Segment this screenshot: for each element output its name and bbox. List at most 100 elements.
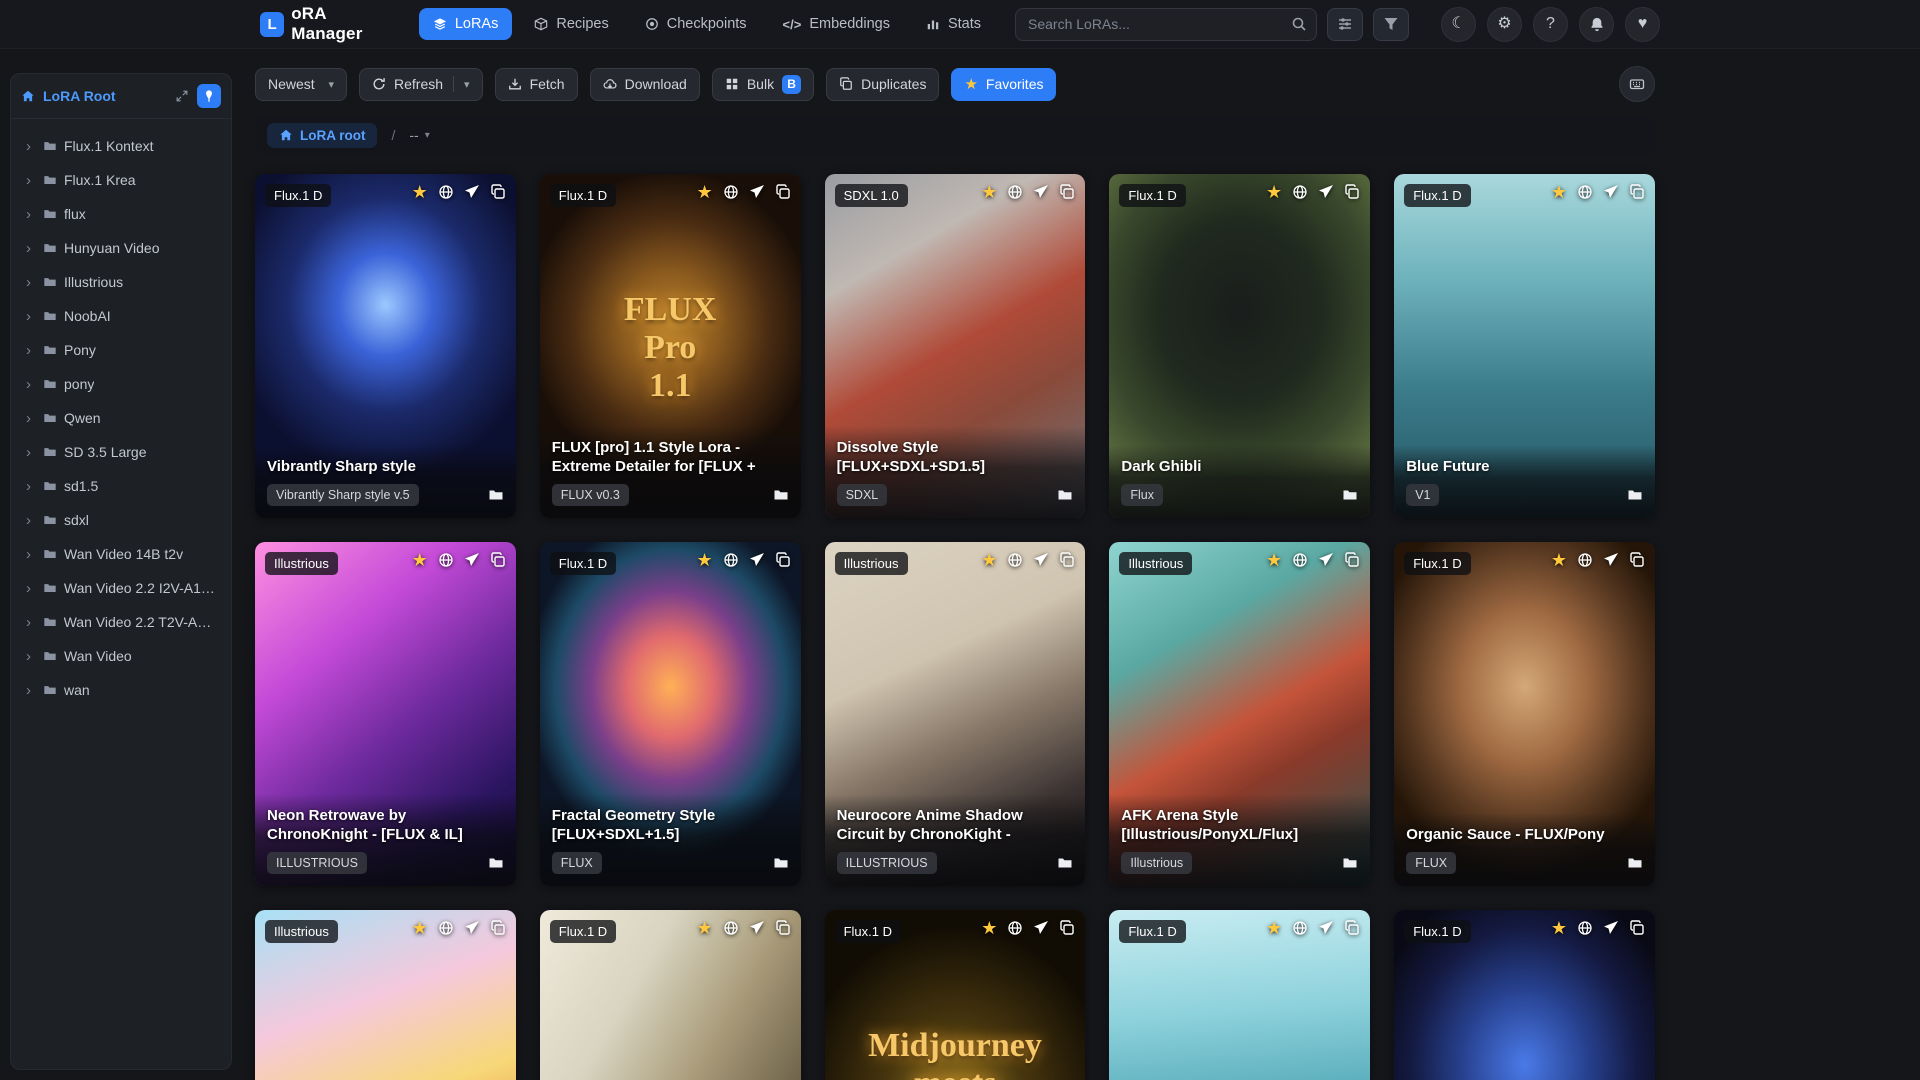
favorite-star-icon[interactable]: ★	[1266, 551, 1282, 569]
copy-icon[interactable]	[1344, 920, 1360, 936]
send-icon[interactable]	[749, 552, 765, 568]
sidebar-folder-item[interactable]: › Wan Video 14B t2v	[18, 537, 224, 571]
globe-icon[interactable]	[1292, 920, 1308, 936]
nav-tab-embeddings[interactable]: </> Embeddings	[769, 8, 904, 40]
lora-card[interactable]: Flux.1 D ★ Fractal Geometry Style [FLUX+…	[539, 542, 801, 886]
lora-card[interactable]: Illustrious ★	[255, 910, 516, 1080]
copy-icon[interactable]	[775, 184, 791, 200]
version-pill[interactable]: FLUX v0.3	[551, 484, 629, 506]
lora-card[interactable]: FLUX Pro 1.1 Flux.1 D ★ FLUX [pro] 1.1 S…	[539, 174, 801, 518]
send-icon[interactable]	[1033, 920, 1049, 936]
notifications-button[interactable]	[1579, 6, 1614, 42]
version-pill[interactable]: ILLUSTRIOUS	[267, 852, 367, 874]
sidebar-folder-item[interactable]: › sdxl	[18, 503, 224, 537]
send-icon[interactable]	[749, 184, 765, 200]
favorite-star-icon[interactable]: ★	[981, 919, 997, 937]
lora-card[interactable]: Illustrious ★ Neon Retrowave by ChronoKn…	[255, 542, 516, 886]
sidebar-folder-item[interactable]: › sd1.5	[18, 469, 224, 503]
send-icon[interactable]	[1603, 552, 1619, 568]
folder-icon[interactable]	[773, 487, 789, 503]
favorite-star-icon[interactable]: ★	[696, 551, 712, 569]
folder-icon[interactable]	[488, 487, 504, 503]
send-icon[interactable]	[1318, 552, 1334, 568]
sidebar-folder-item[interactable]: › pony	[18, 367, 224, 401]
favorite-star-icon[interactable]: ★	[981, 183, 997, 201]
favorite-star-icon[interactable]: ★	[412, 551, 428, 569]
copy-icon[interactable]	[490, 184, 506, 200]
sort-dropdown[interactable]: Newest ▾	[255, 67, 347, 101]
copy-icon[interactable]	[775, 552, 791, 568]
favorite-star-icon[interactable]: ★	[981, 551, 997, 569]
folder-icon[interactable]	[488, 855, 504, 871]
lora-card[interactable]: Flux.1 D ★	[1109, 910, 1371, 1080]
version-pill[interactable]: ILLUSTRIOUS	[836, 852, 937, 874]
favorite-star-icon[interactable]: ★	[1551, 183, 1567, 201]
lora-card[interactable]: Flux.1 D ★	[1394, 910, 1655, 1080]
globe-icon[interactable]	[723, 552, 739, 568]
expand-tree-button[interactable]	[175, 89, 189, 103]
send-icon[interactable]	[464, 184, 480, 200]
globe-icon[interactable]	[1577, 552, 1593, 568]
sidebar-folder-item[interactable]: › Wan Video 2.2 I2V-A14B	[18, 571, 224, 605]
pin-sidebar-button[interactable]	[197, 84, 221, 108]
sidebar-folder-item[interactable]: › Qwen	[18, 401, 224, 435]
lora-card[interactable]: Flux.1 D ★	[539, 910, 801, 1080]
keyboard-shortcuts-button[interactable]	[1619, 66, 1655, 102]
sidebar-folder-item[interactable]: › Flux.1 Krea	[18, 163, 224, 197]
send-icon[interactable]	[1033, 552, 1049, 568]
breadcrumb-root[interactable]: LoRA root	[267, 122, 378, 148]
copy-icon[interactable]	[1629, 184, 1645, 200]
copy-icon[interactable]	[1629, 552, 1645, 568]
globe-icon[interactable]	[1292, 184, 1308, 200]
sidebar-folder-item[interactable]: › NoobAI	[18, 299, 224, 333]
favorite-star-icon[interactable]: ★	[412, 183, 428, 201]
favorites-filter-button[interactable]: ★ Favorites	[951, 67, 1057, 101]
version-pill[interactable]: SDXL	[836, 484, 888, 506]
favorite-star-icon[interactable]: ★	[1266, 919, 1282, 937]
duplicates-button[interactable]: Duplicates	[826, 67, 940, 101]
search-icon[interactable]	[1291, 16, 1307, 32]
search-input[interactable]	[1015, 7, 1317, 41]
sidebar-folder-item[interactable]: › Wan Video 2.2 T2V-A14B	[18, 605, 224, 639]
lora-card[interactable]: Flux.1 D ★ Blue Future V1	[1394, 174, 1655, 518]
send-icon[interactable]	[1033, 184, 1049, 200]
copy-icon[interactable]	[1629, 920, 1645, 936]
sidebar-folder-item[interactable]: › wan	[18, 673, 224, 707]
help-button[interactable]: ?	[1533, 6, 1568, 42]
sidebar-folder-item[interactable]: › Hunyuan Video	[18, 231, 224, 265]
send-icon[interactable]	[464, 920, 480, 936]
copy-icon[interactable]	[490, 552, 506, 568]
settings-button[interactable]: ⚙	[1487, 6, 1522, 42]
favorite-star-icon[interactable]: ★	[696, 183, 712, 201]
sidebar-folder-item[interactable]: › Wan Video	[18, 639, 224, 673]
search-options-button[interactable]	[1327, 7, 1363, 41]
favorites-button-nav[interactable]: ♥	[1625, 6, 1660, 42]
version-pill[interactable]: Flux	[1121, 484, 1164, 506]
version-pill[interactable]: FLUX	[551, 852, 602, 874]
nav-tab-checkpoints[interactable]: Checkpoints	[631, 8, 761, 40]
send-icon[interactable]	[1318, 184, 1334, 200]
lora-card[interactable]: Flux.1 D ★ Organic Sauce - FLUX/Pony FLU…	[1394, 542, 1655, 886]
send-icon[interactable]	[464, 552, 480, 568]
globe-icon[interactable]	[438, 920, 454, 936]
copy-icon[interactable]	[1344, 184, 1360, 200]
sidebar-root-label[interactable]: LoRA Root	[43, 88, 116, 104]
copy-icon[interactable]	[1059, 184, 1075, 200]
globe-icon[interactable]	[1007, 552, 1023, 568]
globe-icon[interactable]	[1577, 920, 1593, 936]
globe-icon[interactable]	[1007, 920, 1023, 936]
globe-icon[interactable]	[438, 184, 454, 200]
sidebar-folder-item[interactable]: › flux	[18, 197, 224, 231]
globe-icon[interactable]	[723, 920, 739, 936]
breadcrumb-current-dropdown[interactable]: -- ▾	[409, 127, 429, 143]
chevron-down-icon[interactable]: ▾	[464, 78, 470, 91]
globe-icon[interactable]	[438, 552, 454, 568]
version-pill[interactable]: FLUX	[1406, 852, 1457, 874]
send-icon[interactable]	[1603, 920, 1619, 936]
folder-icon[interactable]	[1627, 487, 1643, 503]
favorite-star-icon[interactable]: ★	[696, 919, 712, 937]
folder-icon[interactable]	[1057, 487, 1073, 503]
refresh-button[interactable]: Refresh ▾	[359, 67, 483, 101]
send-icon[interactable]	[1603, 184, 1619, 200]
nav-tab-loras[interactable]: LoRAs	[418, 8, 513, 40]
